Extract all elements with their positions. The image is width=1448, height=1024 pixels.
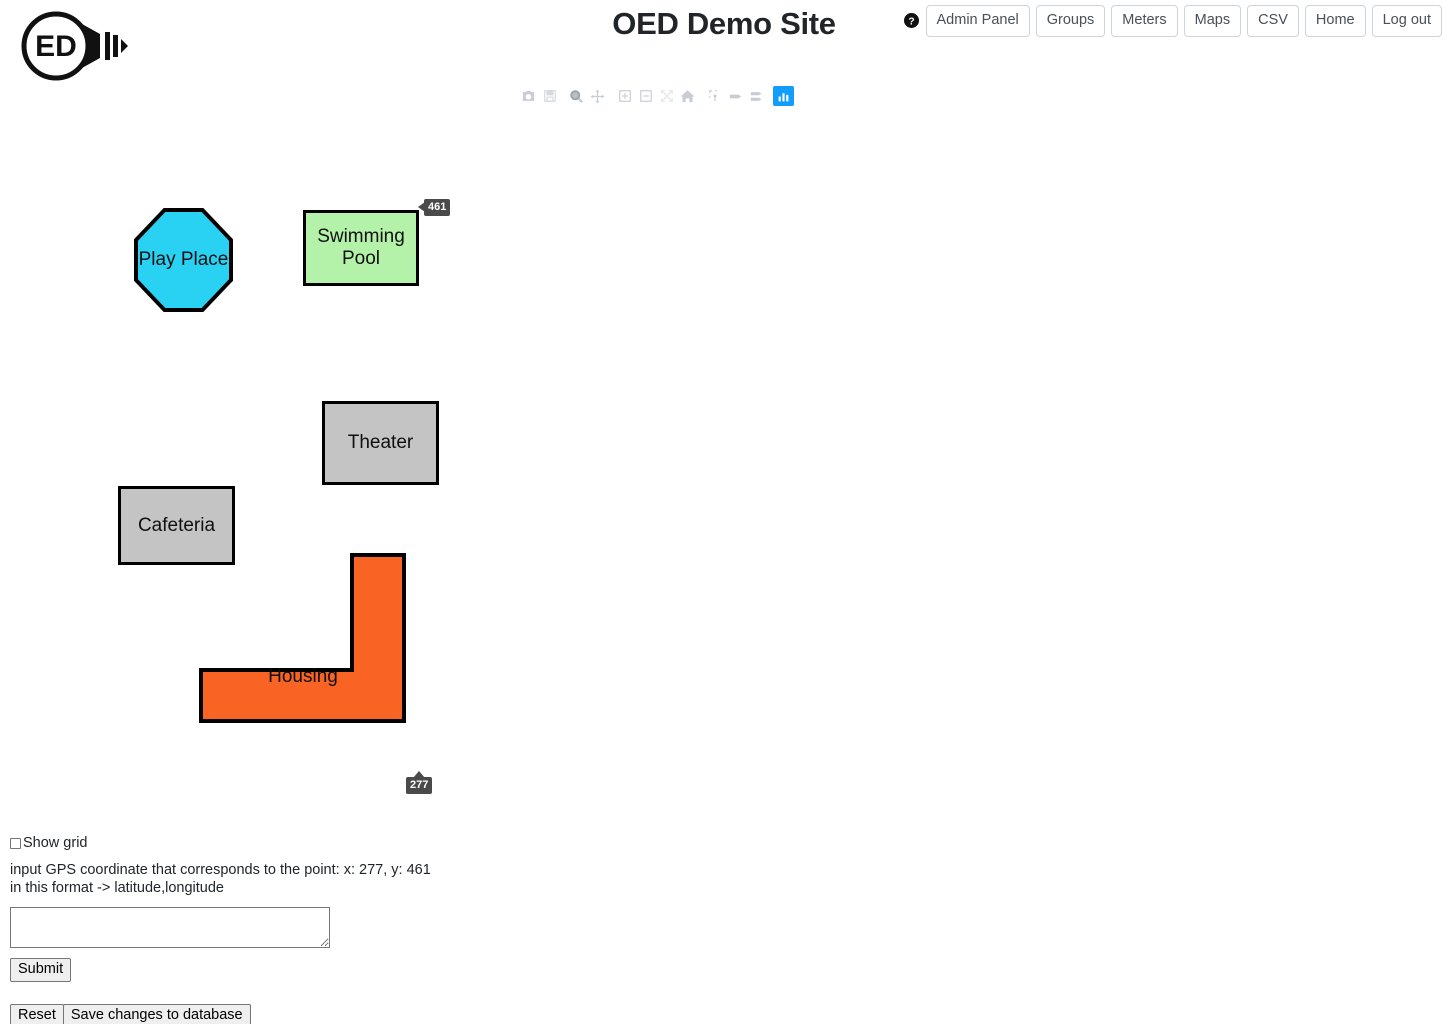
reset-button[interactable]: Reset xyxy=(10,1004,64,1024)
zoom-out-icon[interactable] xyxy=(635,86,656,106)
nav-log-out[interactable]: Log out xyxy=(1371,5,1442,37)
building-housing[interactable]: Housing xyxy=(199,553,407,723)
building-housing-shape xyxy=(199,553,406,723)
nav-maps[interactable]: Maps xyxy=(1183,5,1242,37)
save-changes-button[interactable]: Save changes to database xyxy=(62,1004,251,1024)
save-disk-icon[interactable] xyxy=(539,86,560,106)
compare-data-on-hover-icon[interactable] xyxy=(746,86,767,106)
pan-icon[interactable] xyxy=(587,86,608,106)
map-canvas[interactable]: Play Place Swimming Pool 461 Theater Caf… xyxy=(0,120,1448,830)
modebar-group-hover xyxy=(704,86,767,106)
x-coordinate-badge: 277 xyxy=(406,771,433,794)
top-navigation: ? Admin Panel Groups Meters Maps CSV Hom… xyxy=(903,5,1442,37)
building-swimming-pool-label: Swimming Pool xyxy=(317,226,405,269)
help-circle-icon[interactable]: ? xyxy=(903,13,919,29)
bar-chart-icon[interactable] xyxy=(773,86,794,106)
building-play-place-label: Play Place xyxy=(138,249,229,270)
show-grid-row[interactable]: Show grid xyxy=(10,834,610,852)
reset-axes-home-icon[interactable] xyxy=(677,86,698,106)
modebar-group-zoom xyxy=(614,86,698,106)
zoom-icon[interactable] xyxy=(566,86,587,106)
zoom-in-icon[interactable] xyxy=(614,86,635,106)
nav-groups[interactable]: Groups xyxy=(1035,5,1106,37)
toggle-spike-lines-icon[interactable] xyxy=(704,86,725,106)
building-theater[interactable]: Theater xyxy=(322,401,439,485)
building-play-place[interactable]: Play Place xyxy=(134,208,233,312)
submit-button[interactable]: Submit xyxy=(10,958,72,982)
modebar-group-drag xyxy=(566,86,608,106)
submit-row: Submit xyxy=(10,958,610,982)
y-coordinate-badge: 461 xyxy=(417,199,451,216)
gps-instruction-line-2: in this format -> latitude,longitude xyxy=(10,880,224,896)
building-play-place-fill: Play Place xyxy=(138,212,229,308)
show-grid-checkbox[interactable] xyxy=(10,837,21,849)
gps-calibration-form: Show grid input GPS coordinate that corr… xyxy=(10,834,610,1024)
show-grid-label: Show grid xyxy=(23,835,88,851)
show-closest-data-on-hover-icon[interactable] xyxy=(725,86,746,106)
plot-modebar xyxy=(518,86,794,106)
building-theater-label: Theater xyxy=(347,432,414,453)
svg-text:?: ? xyxy=(908,17,914,28)
autoscale-icon[interactable] xyxy=(656,86,677,106)
page-root: ED OED Demo Site ? Admin Panel Groups Me… xyxy=(0,0,1448,1024)
action-row: Reset Save changes to database xyxy=(10,1004,610,1024)
nav-admin-panel[interactable]: Admin Panel xyxy=(925,5,1030,37)
building-swimming-pool[interactable]: Swimming Pool xyxy=(303,210,419,286)
download-plot-as-png-icon[interactable] xyxy=(518,86,539,106)
building-cafeteria-label: Cafeteria xyxy=(137,514,216,536)
nav-csv[interactable]: CSV xyxy=(1247,5,1299,37)
modebar-group-chart-type xyxy=(773,86,794,106)
gps-instruction-line-1: input GPS coordinate that corresponds to… xyxy=(10,862,431,878)
modebar-group-export xyxy=(518,86,560,106)
gps-coordinate-input[interactable] xyxy=(10,907,330,948)
nav-meters[interactable]: Meters xyxy=(1111,5,1178,37)
nav-home[interactable]: Home xyxy=(1304,5,1366,37)
